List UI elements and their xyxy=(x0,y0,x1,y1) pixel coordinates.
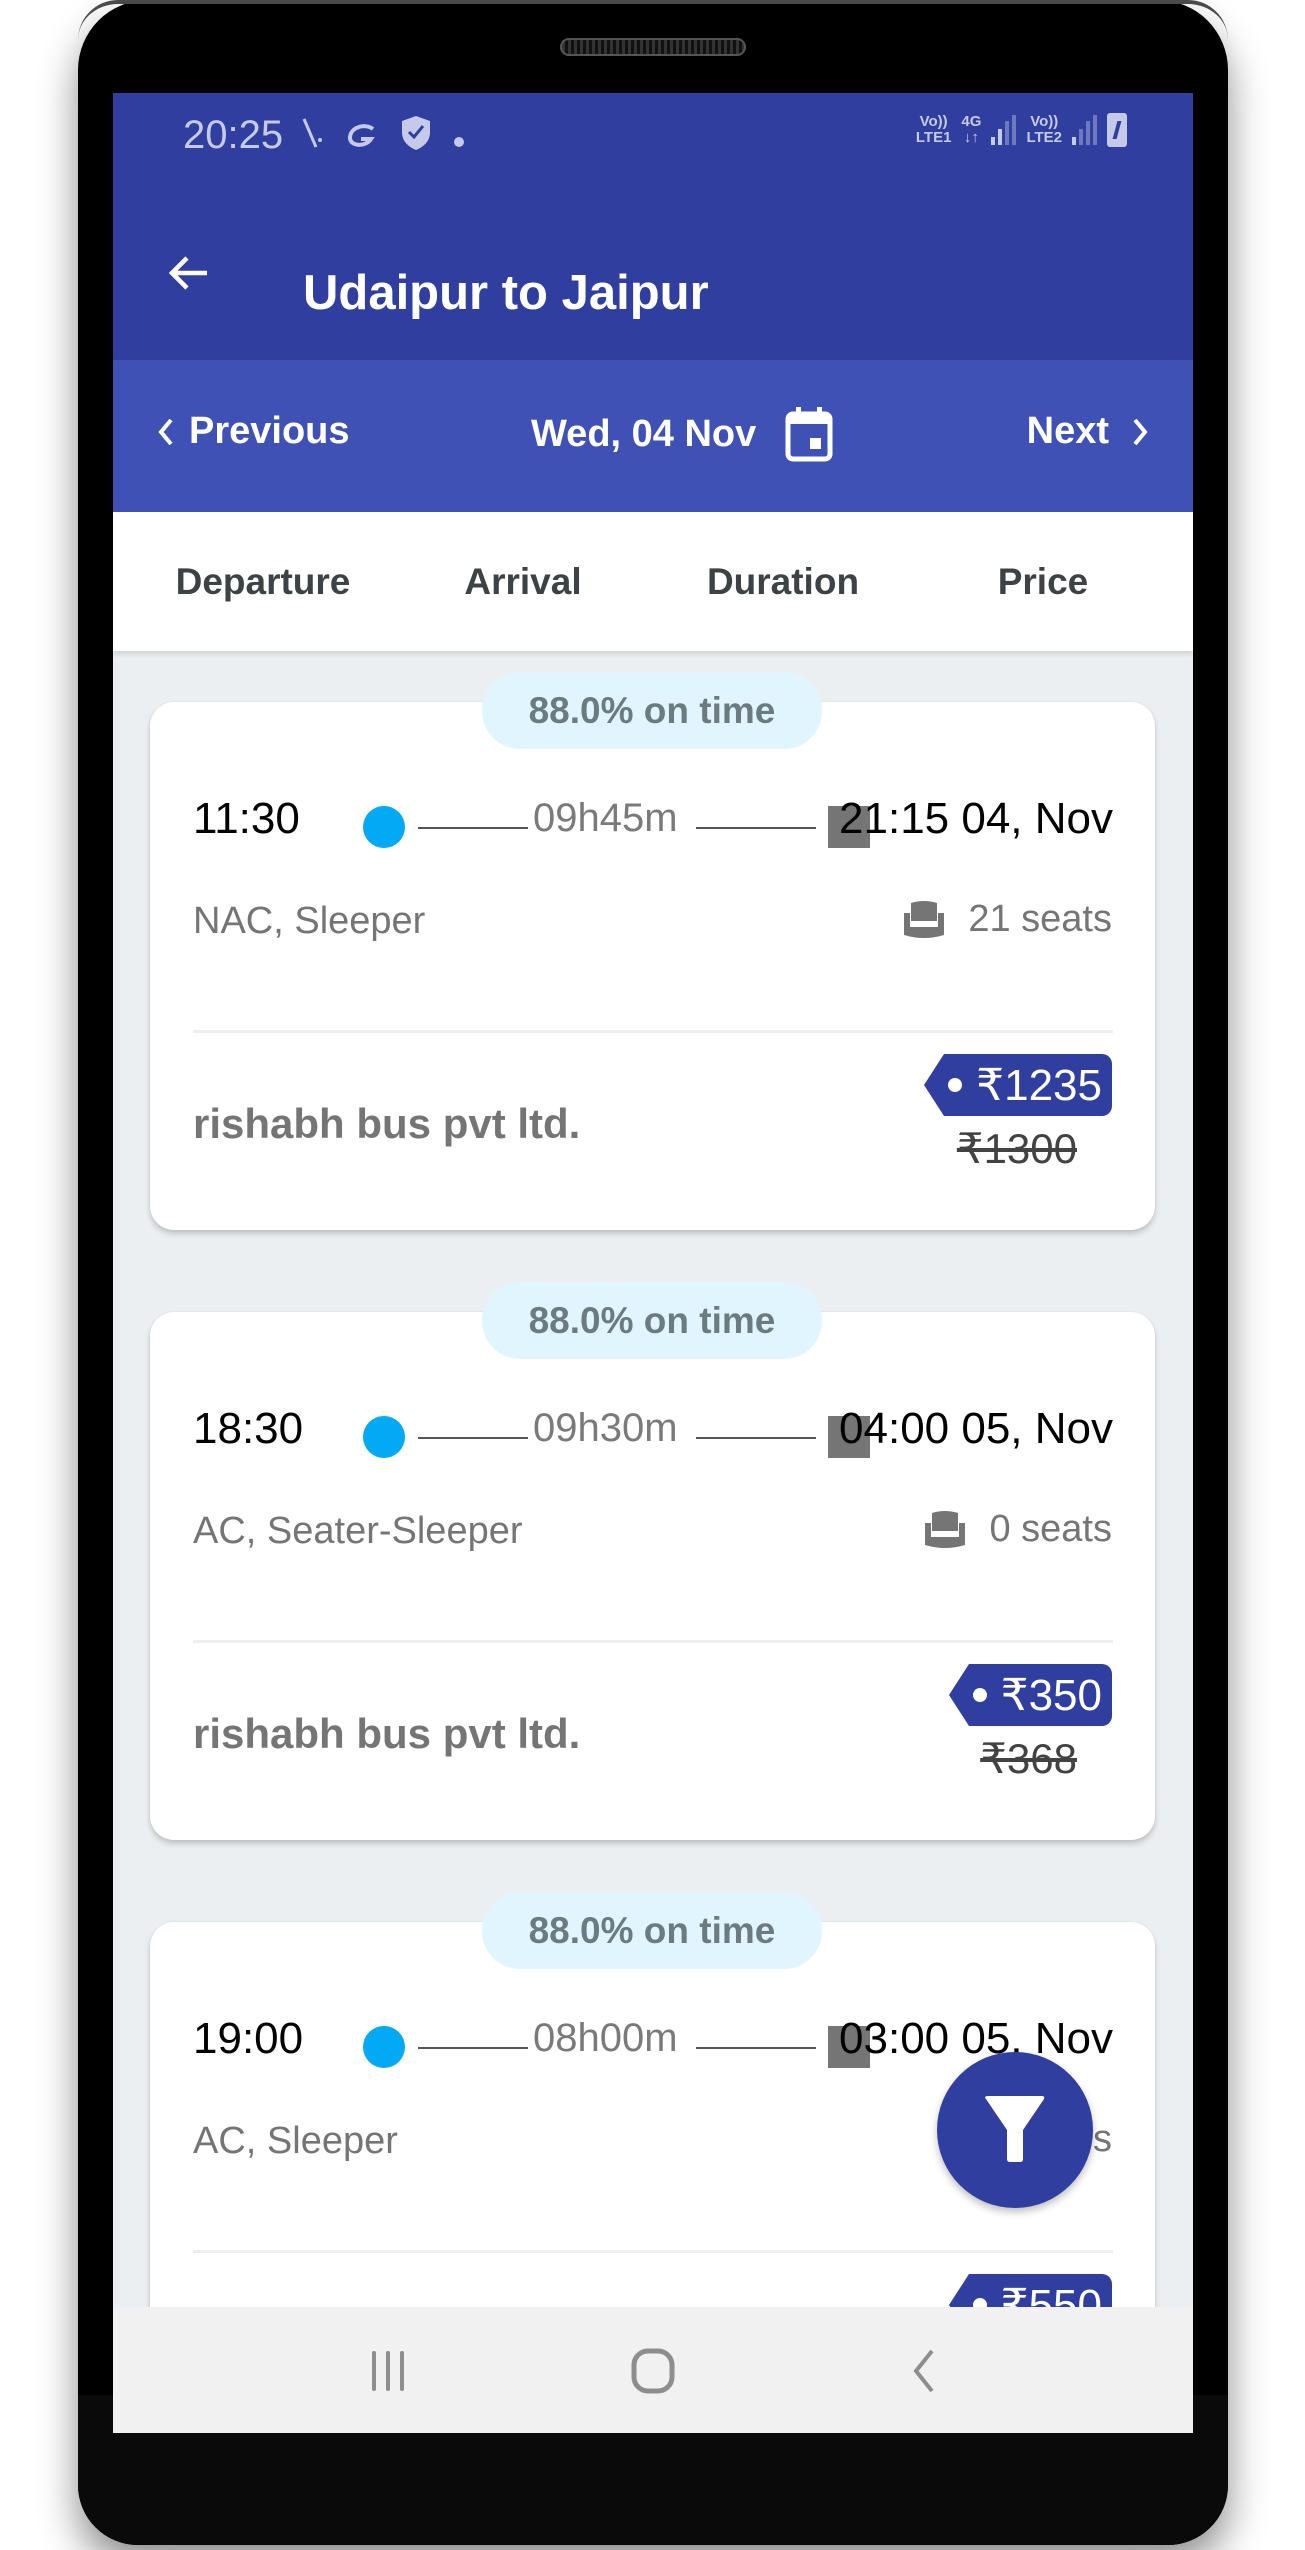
g-app-icon xyxy=(345,118,379,157)
card-divider xyxy=(193,2250,1113,2253)
battery-charging-icon xyxy=(1107,113,1127,147)
route-line xyxy=(418,2047,528,2049)
chevron-right-icon xyxy=(1133,418,1148,445)
screen: 20:25 Vo)) LTE1 4G ↓↑ Vo)) LTE2 Udaipur … xyxy=(113,93,1193,2433)
arrow-left-icon xyxy=(168,256,207,290)
system-navigation-bar xyxy=(113,2307,1193,2433)
departure-dot-icon xyxy=(363,1416,405,1458)
sort-tab-departure[interactable]: Departure xyxy=(138,561,388,603)
home-button[interactable] xyxy=(623,2343,683,2399)
arrival-time: 03:00 05, Nov xyxy=(839,2014,1113,2063)
original-price: ₹1300 xyxy=(956,1125,1077,1172)
seats-available: 21 seats xyxy=(902,898,1112,941)
current-price: ₹1235 xyxy=(976,1060,1102,1110)
dot-icon xyxy=(453,118,465,157)
route-line xyxy=(418,1437,528,1439)
card-divider xyxy=(193,1640,1113,1643)
previous-day-button[interactable]: Previous xyxy=(153,410,350,453)
departure-dot-icon xyxy=(363,2026,405,2068)
sort-tab-price[interactable]: Price xyxy=(918,561,1168,603)
route-line xyxy=(696,2047,816,2049)
status-icons-right: Vo)) LTE1 4G ↓↑ Vo)) LTE2 xyxy=(916,113,1127,147)
back-icon xyxy=(913,2349,934,2393)
network-type-label: 4G ↓↑ xyxy=(961,113,982,146)
bus-type: NAC, Sleeper xyxy=(193,900,426,942)
page-title: Udaipur to Jaipur xyxy=(303,266,709,320)
arrival-time: 04:00 05, Nov xyxy=(839,1404,1113,1453)
operator-name: rishabh bus pvt ltd. xyxy=(193,1710,581,1757)
bus-card[interactable]: 88.0% on time 18:30 09h30m 04:00 05, Nov… xyxy=(150,1282,1155,1840)
duration: 08h00m xyxy=(533,2016,678,2060)
sort-bar: Departure Arrival Duration Price xyxy=(113,512,1193,651)
selected-date: Wed, 04 Nov xyxy=(531,412,757,455)
recents-icon xyxy=(372,2351,404,2391)
date-picker-button[interactable]: Wed, 04 Nov xyxy=(531,406,834,462)
on-time-badge: 88.0% on time xyxy=(482,1892,822,1969)
sort-tab-arrival[interactable]: Arrival xyxy=(398,561,648,603)
tag-hole-icon xyxy=(948,1078,963,1092)
route-line xyxy=(696,827,816,829)
seats-available: 0 seats xyxy=(923,1508,1112,1551)
next-label: Next xyxy=(1026,410,1109,452)
recents-button[interactable] xyxy=(358,2343,418,2399)
current-price: ₹350 xyxy=(1000,1670,1102,1720)
seat-icon xyxy=(925,1510,966,1548)
price-tag: ₹350 xyxy=(948,1664,1112,1726)
duration: 09h30m xyxy=(533,1406,678,1450)
departure-time: 18:30 xyxy=(193,1404,304,1453)
date-navigation-bar: Previous Wed, 04 Nov Next xyxy=(113,360,1193,512)
sim2-signal-icon xyxy=(1072,115,1097,145)
bus-type: AC, Sleeper xyxy=(193,2120,398,2162)
home-icon xyxy=(631,2348,675,2394)
earpiece-speaker xyxy=(560,38,746,56)
phone-top-edge xyxy=(78,0,1228,40)
status-icons-left xyxy=(301,115,465,160)
sort-tab-duration[interactable]: Duration xyxy=(658,561,908,603)
seat-icon xyxy=(904,900,945,938)
seats-count: 21 seats xyxy=(968,898,1112,940)
bus-type: AC, Seater-Sleeper xyxy=(193,1510,523,1552)
system-back-button[interactable] xyxy=(893,2343,953,2399)
previous-label: Previous xyxy=(189,410,350,452)
chevron-left-icon xyxy=(158,418,173,445)
departure-time: 19:00 xyxy=(193,2014,304,2063)
filter-button[interactable] xyxy=(937,2052,1093,2208)
status-time: 20:25 xyxy=(183,113,284,157)
on-time-badge: 88.0% on time xyxy=(482,1282,822,1359)
duration: 09h45m xyxy=(533,796,678,840)
original-price: ₹368 xyxy=(980,1735,1077,1782)
card-divider xyxy=(193,1030,1113,1033)
filter-icon xyxy=(985,2096,1045,2162)
route-line xyxy=(696,1437,816,1439)
next-day-button[interactable]: Next xyxy=(1027,410,1153,453)
seats-count: 0 seats xyxy=(989,1508,1112,1550)
departure-dot-icon xyxy=(363,806,405,848)
route-row: 18:30 09h30m 04:00 05, Nov xyxy=(193,1392,1113,1462)
arrival-time: 21:15 04, Nov xyxy=(839,794,1113,843)
sim2-volte-label: Vo)) LTE2 xyxy=(1026,113,1062,146)
shield-check-icon xyxy=(401,115,431,160)
bus-card[interactable]: 88.0% on time 11:30 09h45m 21:15 04, Nov… xyxy=(150,672,1155,1230)
operator-name: rishabh bus pvt ltd. xyxy=(193,1100,581,1147)
signal-slash-icon xyxy=(301,116,323,159)
status-bar: 20:25 Vo)) LTE1 4G ↓↑ Vo)) LTE2 xyxy=(113,93,1193,213)
sim1-signal-icon xyxy=(991,115,1017,145)
back-button[interactable] xyxy=(159,243,219,303)
price-tag: ₹1235 xyxy=(924,1054,1112,1116)
calendar-icon xyxy=(785,407,833,462)
route-line xyxy=(418,827,528,829)
route-row: 11:30 09h45m 21:15 04, Nov xyxy=(193,782,1113,852)
on-time-badge: 88.0% on time xyxy=(482,672,822,749)
sim1-volte-label: Vo)) LTE1 xyxy=(915,113,952,146)
tag-hole-icon xyxy=(972,1688,987,1702)
departure-time: 11:30 xyxy=(193,794,300,843)
app-bar: Udaipur to Jaipur xyxy=(113,213,1193,360)
